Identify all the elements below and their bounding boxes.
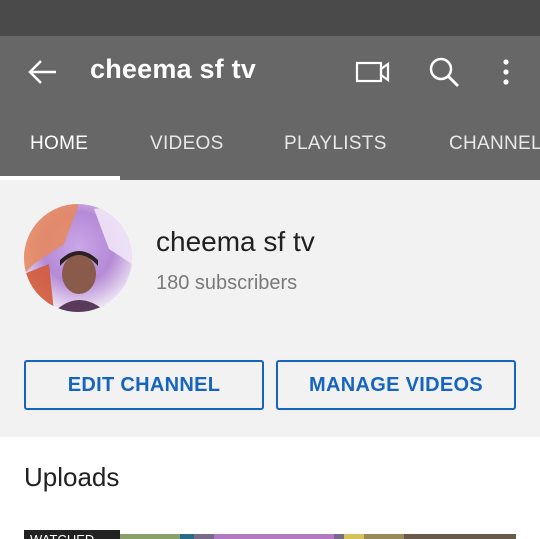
tab-home[interactable]: HOME (30, 108, 88, 180)
app-bar-title: cheema sf tv (90, 54, 256, 84)
tab-playlists[interactable]: PLAYLISTS (284, 108, 387, 180)
uploads-heading: Uploads (24, 462, 120, 492)
avatar[interactable] (24, 204, 132, 312)
arrow-back-icon[interactable] (26, 58, 58, 86)
avatar-image (24, 204, 132, 312)
channel-name: cheema sf tv (156, 226, 315, 257)
watched-badge: WATCHED (24, 530, 120, 539)
manage-videos-button[interactable]: MANAGE VIDEOS (276, 360, 516, 410)
video-camera-icon[interactable] (354, 58, 390, 86)
video-thumbnail[interactable]: WATCHED (24, 530, 516, 539)
channel-tabs: HOME VIDEOS PLAYLISTS CHANNEL (0, 108, 540, 180)
edit-channel-button[interactable]: EDIT CHANNEL (24, 360, 264, 410)
tab-videos[interactable]: VIDEOS (150, 108, 224, 180)
app-bar: cheema sf tv (0, 36, 540, 108)
tab-channels[interactable]: CHANNEL (449, 108, 540, 180)
channel-header: cheema sf tv 180 subscribers EDIT CHANNE… (0, 180, 540, 437)
subscriber-count: 180 subscribers (156, 272, 298, 294)
more-vert-icon[interactable] (496, 56, 516, 88)
status-bar (0, 0, 540, 36)
search-icon[interactable] (428, 56, 460, 88)
